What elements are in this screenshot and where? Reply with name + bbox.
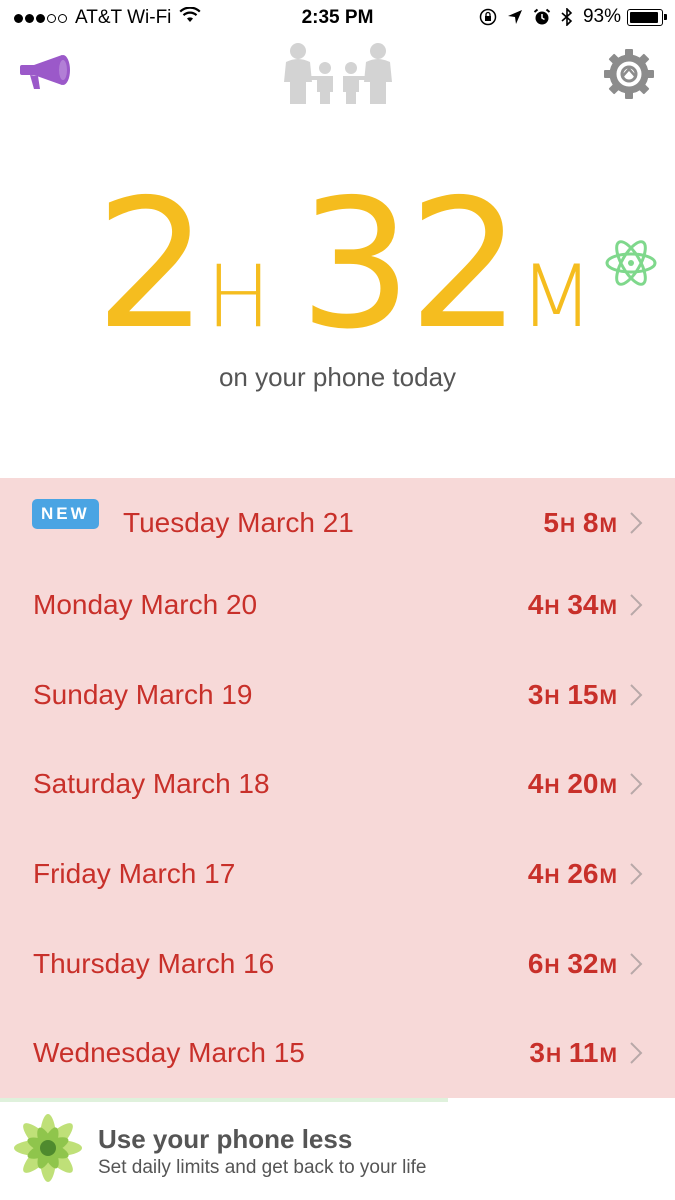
day-time: 3H 15M [527, 679, 617, 710]
chevron-right-icon [630, 512, 643, 534]
today-time: 2 H 32 M [95, 161, 594, 368]
day-row[interactable]: Saturday March 18 4H 20M [0, 739, 675, 829]
day-name: Tuesday March 21 [123, 507, 354, 538]
today-hours-unit: H [206, 247, 271, 347]
banner-progress-strip [0, 1098, 448, 1102]
banner-title: Use your phone less [98, 1124, 353, 1154]
family-icon[interactable] [280, 42, 396, 104]
orientation-lock-icon [479, 8, 497, 26]
bluetooth-icon [561, 8, 573, 26]
today-minutes: 32 [298, 161, 521, 368]
status-right: 93% [469, 6, 667, 28]
promo-banner[interactable]: Use your phone less Set daily limits and… [0, 1098, 675, 1200]
megaphone-icon[interactable] [18, 52, 74, 92]
day-time: 4H 20M [527, 768, 617, 799]
today-usage: 2 H 32 M [0, 161, 675, 368]
day-name: Friday March 17 [33, 858, 236, 889]
gear-icon[interactable] [602, 47, 656, 101]
day-row[interactable]: Thursday March 16 6H 32M [0, 919, 675, 1009]
today-hours: 2 [95, 161, 208, 368]
new-badge: NEW [32, 499, 99, 529]
day-row[interactable]: Friday March 17 4H 26M [0, 829, 675, 919]
banner-subtitle: Set daily limits and get back to your li… [98, 1157, 427, 1178]
day-name: Sunday March 19 [33, 679, 253, 710]
battery-percent: 93% [582, 6, 621, 27]
atom-icon[interactable] [604, 236, 658, 290]
lotus-icon [10, 1108, 86, 1188]
today-minutes-unit: M [519, 247, 594, 347]
day-time: 4H 34M [527, 589, 617, 620]
day-name: Saturday March 18 [33, 768, 270, 799]
day-row[interactable]: Wednesday March 15 3H 11M [0, 1008, 675, 1098]
status-bar: AT&T Wi-Fi 2:35 PM 93% [0, 0, 675, 36]
day-history-list: NEW Tuesday March 21 5H 8M Monday March … [0, 478, 675, 1098]
today-label: on your phone today [218, 362, 457, 392]
day-time: 6H 32M [527, 948, 617, 979]
chevron-right-icon [630, 863, 643, 885]
day-name: Wednesday March 15 [33, 1037, 305, 1068]
day-row[interactable]: Monday March 20 4H 34M [0, 560, 675, 650]
day-row[interactable]: NEW Tuesday March 21 5H 8M [0, 478, 675, 568]
day-name: Thursday March 16 [33, 948, 275, 979]
location-arrow-icon [507, 9, 523, 25]
chevron-right-icon [630, 684, 643, 706]
chevron-right-icon [630, 594, 643, 616]
day-name: Monday March 20 [33, 589, 258, 620]
chevron-right-icon [630, 1042, 643, 1064]
alarm-clock-icon [533, 8, 551, 26]
day-time: 3H 11M [529, 1037, 617, 1068]
day-time: 4H 26M [527, 858, 617, 889]
day-row[interactable]: Sunday March 19 3H 15M [0, 650, 675, 740]
battery-icon [627, 8, 667, 26]
battery-level [630, 11, 658, 23]
chevron-right-icon [630, 773, 643, 795]
day-time: 5H 8M [543, 507, 617, 538]
chevron-right-icon [630, 953, 643, 975]
